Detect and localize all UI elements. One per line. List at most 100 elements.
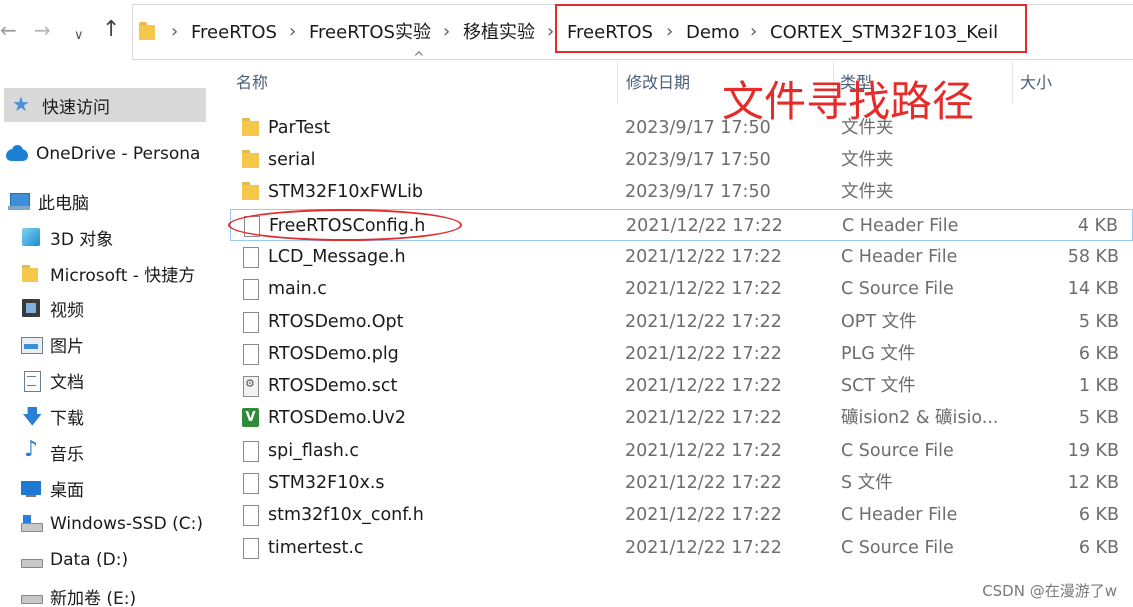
breadcrumb-separator-icon[interactable]: ›	[547, 19, 554, 45]
back-arrow-icon[interactable]: ←	[0, 16, 17, 44]
nav-item-label: 音乐	[50, 444, 84, 465]
column-header-size[interactable]: 大小	[1020, 62, 1052, 104]
file-size: 12 KB	[1067, 473, 1119, 493]
column-header-name[interactable]: 名称	[236, 62, 268, 104]
file-date: 2021/12/22 17:22	[625, 505, 782, 525]
file-size: 5 KB	[1078, 408, 1119, 428]
download-icon	[20, 402, 43, 436]
breadcrumb-item[interactable]: 移植实验	[463, 21, 535, 45]
file-row[interactable]: STM32F10xFWLib 2023/9/17 17:50 文件夹	[230, 176, 1133, 208]
breadcrumb-separator-icon[interactable]: ›	[171, 19, 178, 45]
nav-item-3d-objects[interactable]: 3D 对象	[20, 220, 113, 254]
nav-item-label: Windows-SSD (C:)	[50, 514, 203, 534]
nav-item-microsoft-shortcut[interactable]: Microsoft - 快捷方	[20, 256, 195, 290]
file-row[interactable]: LCD_Message.h 2021/12/22 17:22 C Header …	[230, 241, 1133, 273]
file-type: C Source File	[841, 538, 954, 558]
nav-item-desktop[interactable]: 桌面	[20, 471, 84, 505]
file-size: 4 KB	[1077, 216, 1118, 236]
file-type: C Header File	[841, 505, 958, 525]
path-highlight-box	[555, 4, 1027, 53]
music-icon	[20, 437, 42, 462]
file-type: 礦ision2 & 礦isio...	[841, 408, 999, 428]
file-name: LCD_Message.h	[268, 247, 406, 267]
file-row[interactable]: ParTest 2023/9/17 17:50 文件夹	[230, 112, 1133, 144]
nav-item-label: 图片	[50, 336, 84, 357]
file-size: 6 KB	[1078, 538, 1119, 558]
file-type: C Header File	[842, 216, 959, 236]
file-date: 2021/12/22 17:22	[625, 279, 782, 299]
navigation-pane: 快速访问 OneDrive - Persona 此电脑 3D 对象 Micros…	[0, 62, 210, 607]
file-row[interactable]: RTOSDemo.Uv2 2021/12/22 17:22 礦ision2 & …	[230, 402, 1133, 434]
file-row[interactable]: RTOSDemo.Opt 2021/12/22 17:22 OPT 文件 5 K…	[230, 306, 1133, 338]
column-divider[interactable]	[1012, 62, 1013, 104]
file-name: RTOSDemo.Uv2	[268, 408, 407, 428]
keil-project-icon	[242, 408, 260, 428]
file-row[interactable]: RTOSDemo.sct 2021/12/22 17:22 SCT 文件 1 K…	[230, 370, 1133, 402]
document-icon	[20, 370, 42, 392]
picture-icon	[20, 334, 43, 354]
nav-item-label: 新加卷 (E:)	[50, 588, 137, 607]
nav-item-label: 此电脑	[38, 193, 89, 214]
annotation-text: 文件寻找路径	[722, 77, 975, 126]
desktop-icon	[20, 478, 42, 498]
sort-ascending-icon: ^	[413, 50, 425, 66]
nav-item-this-pc[interactable]: 此电脑	[8, 184, 89, 218]
nav-item-documents[interactable]: 文档	[20, 363, 84, 397]
nav-item-drive-e[interactable]: 新加卷 (E:)	[20, 579, 136, 607]
folder-icon	[242, 118, 260, 138]
nav-item-label: 3D 对象	[50, 229, 114, 250]
forward-arrow-icon[interactable]: →	[34, 16, 51, 44]
file-name: spi_flash.c	[268, 441, 359, 461]
file-type: C Source File	[841, 441, 954, 461]
breadcrumb-item[interactable]: FreeRTOS	[191, 21, 277, 45]
file-icon	[242, 473, 260, 494]
file-date: 2021/12/22 17:22	[625, 408, 782, 428]
nav-item-label: 文档	[50, 372, 84, 393]
column-header-date[interactable]: 修改日期	[626, 62, 690, 104]
breadcrumb-item[interactable]: FreeRTOS实验	[309, 21, 431, 45]
file-name: RTOSDemo.plg	[268, 344, 399, 364]
file-row[interactable]: STM32F10x.s 2021/12/22 17:22 S 文件 12 KB	[230, 467, 1133, 499]
file-size: 14 KB	[1067, 279, 1119, 299]
nav-item-drive-d[interactable]: Data (D:)	[20, 543, 128, 577]
nav-item-drive-c[interactable]: Windows-SSD (C:)	[20, 507, 203, 541]
file-row[interactable]: serial 2023/9/17 17:50 文件夹	[230, 144, 1133, 176]
nav-item-videos[interactable]: 视频	[20, 291, 84, 325]
nav-item-downloads[interactable]: 下载	[20, 399, 84, 436]
file-row[interactable]: RTOSDemo.plg 2021/12/22 17:22 PLG 文件 6 K…	[230, 338, 1133, 370]
recent-locations-chevron-icon[interactable]: ∨	[74, 22, 84, 50]
file-date: 2023/9/17 17:50	[625, 182, 771, 202]
file-name: ParTest	[268, 118, 331, 138]
nav-item-quick-access[interactable]: 快速访问	[4, 88, 206, 122]
file-row[interactable]: main.c 2021/12/22 17:22 C Source File 14…	[230, 273, 1133, 305]
file-type: C Source File	[841, 279, 954, 299]
script-file-icon	[242, 376, 260, 397]
file-row[interactable]: timertest.c 2021/12/22 17:22 C Source Fi…	[230, 532, 1133, 564]
file-date: 2021/12/22 17:22	[625, 247, 782, 267]
file-list: ^ 名称 修改日期 类型 大小 ParTest 2023/9/17 17:50 …	[210, 50, 1133, 607]
column-divider[interactable]	[617, 62, 618, 104]
file-name: STM32F10x.s	[268, 473, 385, 493]
file-type: SCT 文件	[841, 376, 916, 396]
nav-item-pictures[interactable]: 图片	[20, 327, 84, 361]
file-name: stm32f10x_conf.h	[268, 505, 424, 525]
file-size: 19 KB	[1067, 441, 1119, 461]
breadcrumb-separator-icon[interactable]: ›	[443, 19, 450, 45]
nav-item-label: 桌面	[50, 480, 84, 501]
nav-item-label: Microsoft - 快捷方	[50, 265, 196, 286]
up-arrow-icon[interactable]: ↑	[102, 16, 120, 44]
file-icon	[242, 505, 260, 526]
file-type: OPT 文件	[841, 312, 917, 332]
file-row[interactable]: stm32f10x_conf.h 2021/12/22 17:22 C Head…	[230, 499, 1133, 531]
file-size: 58 KB	[1067, 247, 1119, 267]
drive-icon	[20, 514, 43, 534]
file-type: 文件夹	[841, 182, 894, 202]
file-type: PLG 文件	[841, 344, 916, 364]
file-size: 1 KB	[1078, 376, 1119, 396]
cloud-icon	[6, 144, 28, 164]
nav-item-onedrive[interactable]: OneDrive - Persona	[6, 137, 200, 171]
breadcrumb-separator-icon[interactable]: ›	[289, 19, 296, 45]
file-row[interactable]: spi_flash.c 2021/12/22 17:22 C Source Fi…	[230, 435, 1133, 467]
nav-item-music[interactable]: 音乐	[20, 435, 84, 469]
nav-item-label: 下载	[50, 408, 84, 429]
